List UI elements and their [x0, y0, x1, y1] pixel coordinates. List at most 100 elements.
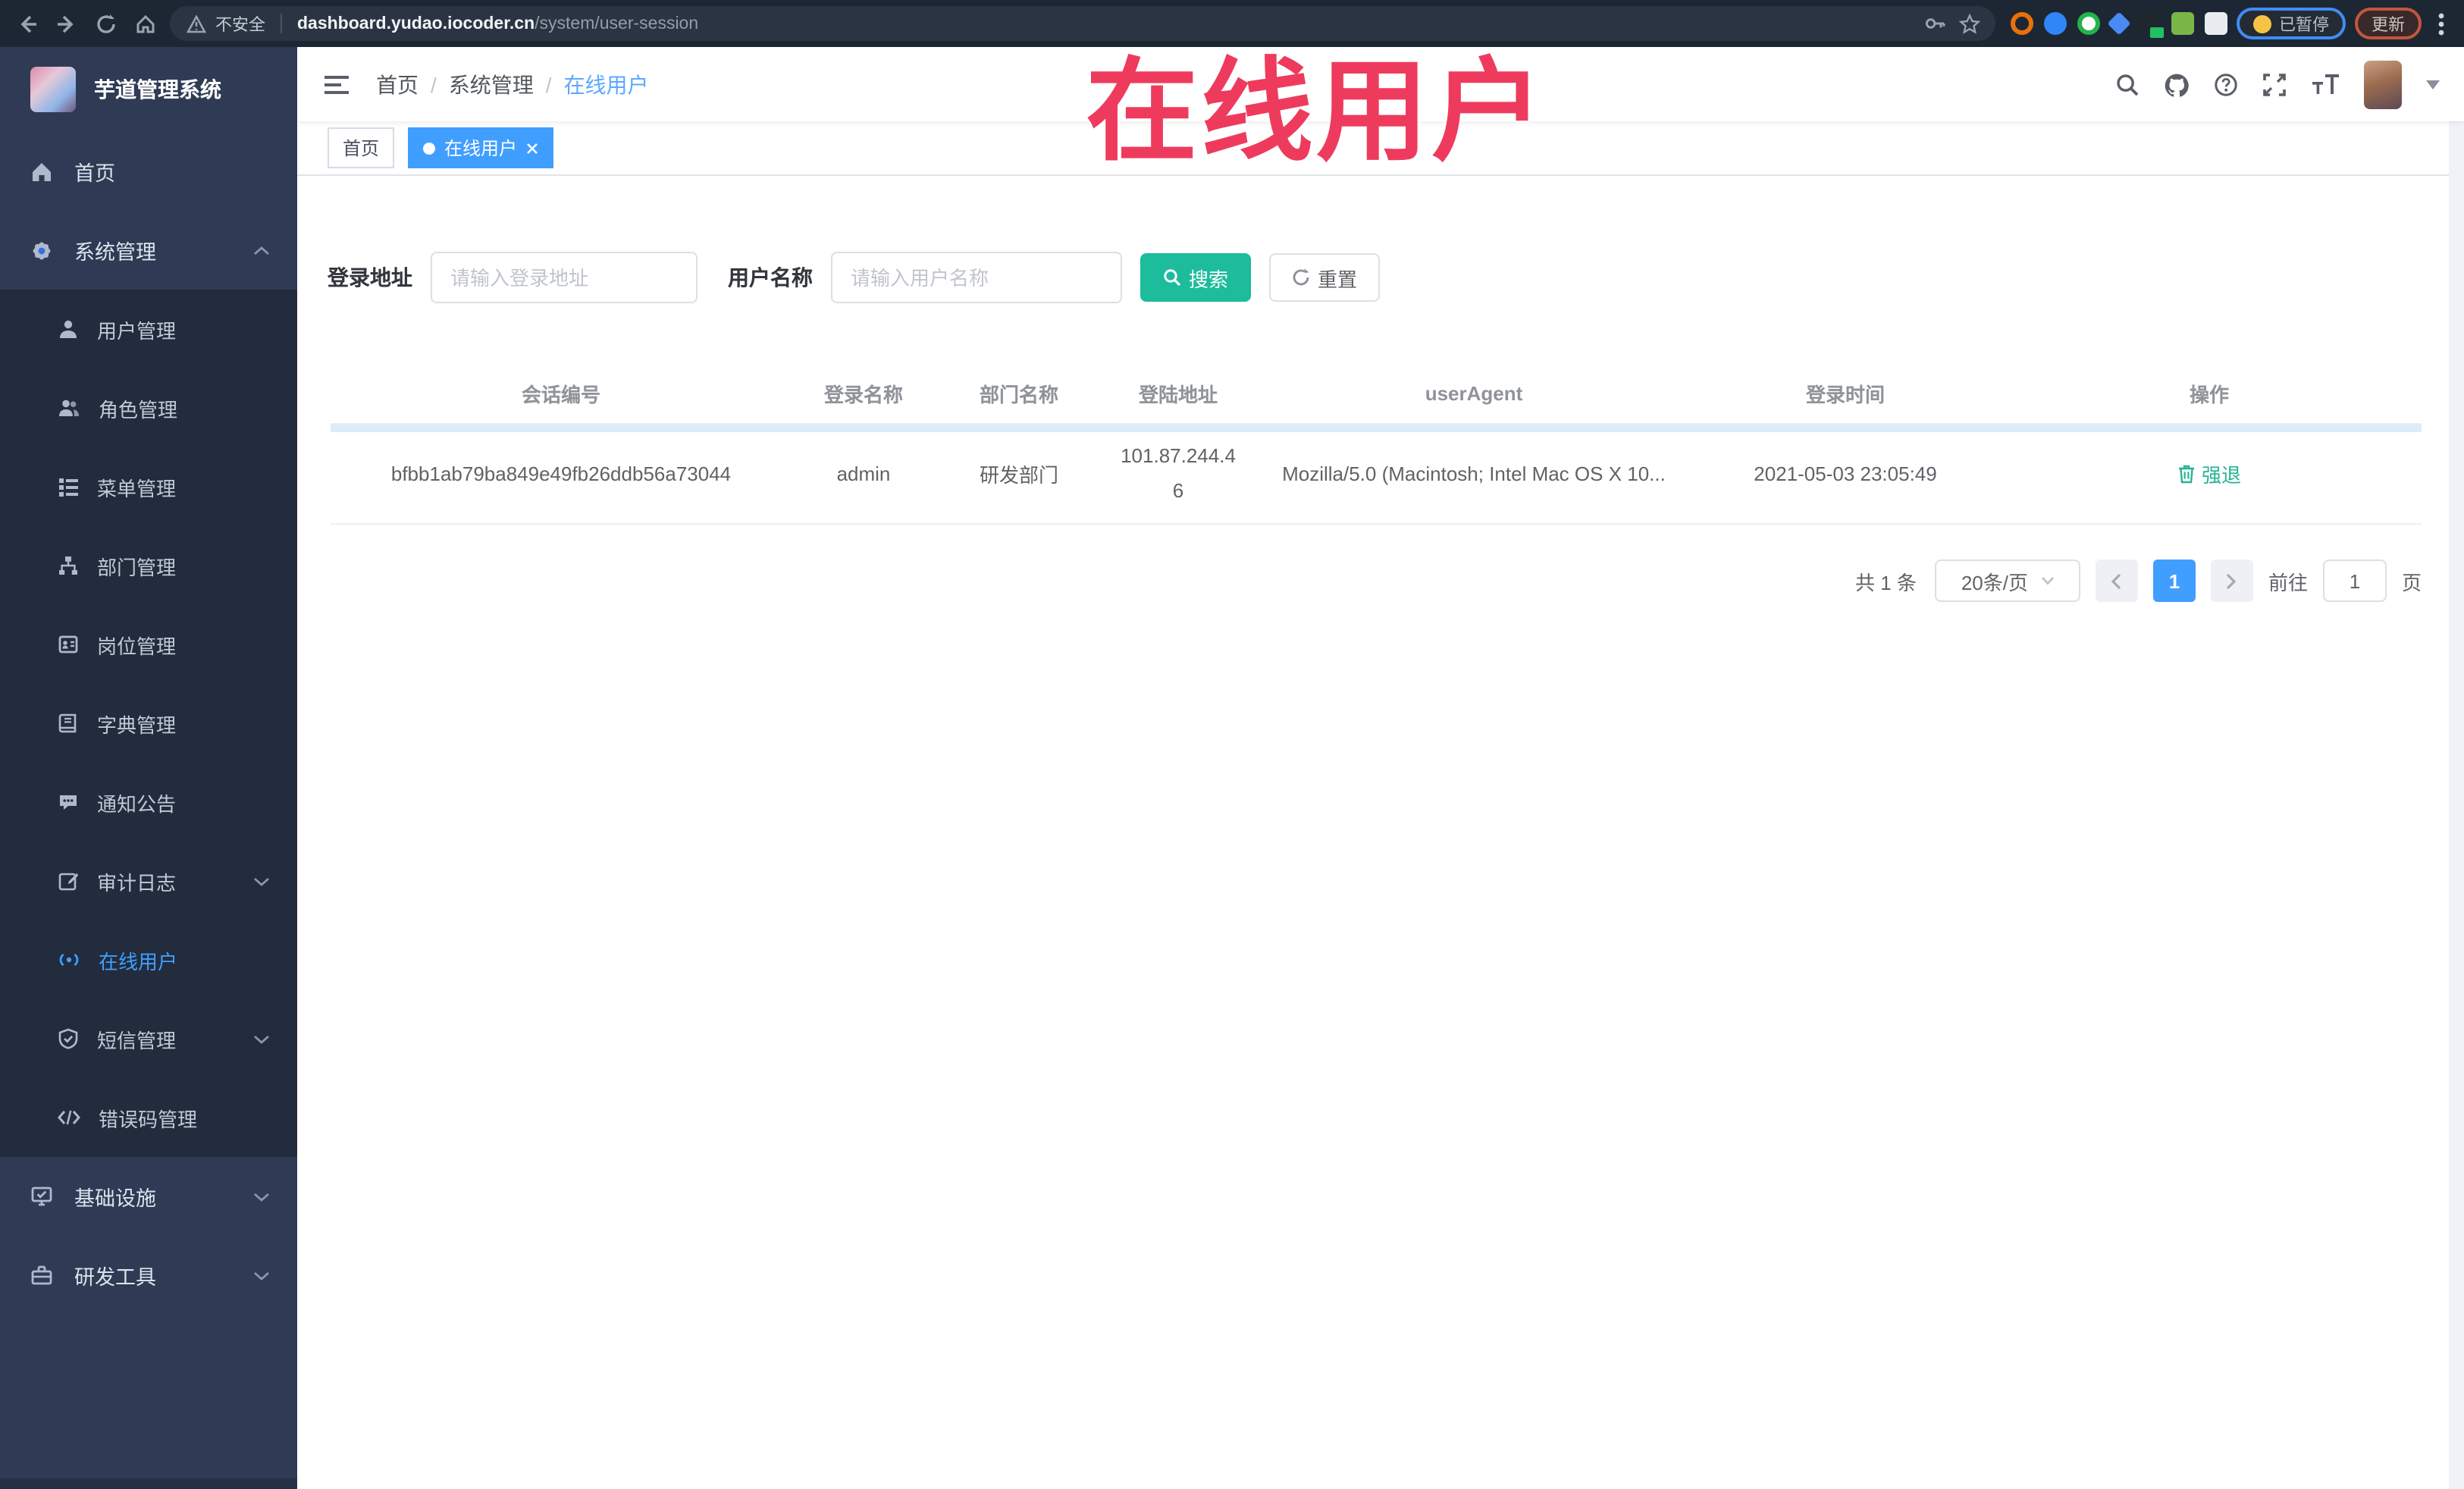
col-login-ip: 登陆地址 — [1102, 362, 1254, 425]
force-logout-button[interactable]: 强退 — [2177, 459, 2241, 488]
table-header-underline — [331, 425, 2422, 432]
sidebar-item-user-management[interactable]: 用户管理 — [0, 290, 297, 368]
paused-label: 已暂停 — [2279, 16, 2329, 34]
home-icon — [30, 160, 53, 183]
chevron-down-icon — [253, 876, 270, 886]
extensions-puzzle-icon[interactable] — [2205, 12, 2227, 35]
login-address-input[interactable] — [431, 252, 698, 303]
extension-orange-ring-icon[interactable] — [2011, 12, 2033, 35]
browser-menu-kebab-icon[interactable] — [2431, 11, 2452, 36]
profile-paused-chip[interactable]: 已暂停 — [2237, 8, 2346, 39]
sidebar-item-role-management[interactable]: 角色管理 — [0, 368, 297, 447]
sms-icon — [58, 1028, 79, 1049]
sidebar-item-dept-management[interactable]: 部门管理 — [0, 526, 297, 605]
tag-online-users[interactable]: 在线用户 — [408, 127, 554, 168]
sidebar-item-infrastructure[interactable]: 基础设施 — [0, 1157, 297, 1236]
chevron-down-icon — [253, 1191, 270, 1202]
goto-label: 前往 — [2268, 571, 2308, 594]
app-logo-avatar — [30, 67, 76, 112]
menu-list-icon — [58, 476, 79, 497]
search-icon[interactable] — [2115, 72, 2140, 96]
bookmark-star-icon[interactable] — [1959, 13, 1980, 34]
url-text[interactable]: dashboard.yudao.iocoder.cn/system/user-s… — [297, 14, 1915, 33]
sidebar-item-error-code-management[interactable]: 错误码管理 — [0, 1078, 297, 1157]
sidebar-item-online-users[interactable]: 在线用户 — [0, 920, 297, 999]
col-login-name: 登录名称 — [792, 362, 936, 425]
pagination: 共 1 条 20条/页 1 前往 页 — [331, 560, 2422, 602]
tag-active-dot — [423, 142, 436, 154]
username-input[interactable] — [831, 252, 1122, 303]
page-size-select[interactable]: 20条/页 — [1934, 560, 2080, 602]
select-caret-down-icon — [2040, 577, 2054, 585]
table-row: bfbb1ab79ba849e49fb26ddb56a73044 admin 研… — [331, 424, 2422, 525]
page-number-1[interactable]: 1 — [2152, 560, 2196, 602]
cell-user-agent: Mozilla/5.0 (Macintosh; Intel Mac OS X 1… — [1254, 424, 1694, 525]
cell-login-ip: 101.87.244.46 — [1102, 424, 1254, 525]
github-icon[interactable] — [2164, 72, 2190, 96]
cell-actions: 强退 — [1997, 424, 2422, 525]
sidebar-item-audit-log[interactable]: 审计日志 — [0, 842, 297, 920]
sidebar-item-post-management[interactable]: 岗位管理 — [0, 605, 297, 684]
sidebar-menu: 首页 系统管理 用户管理 角色管理 菜单管理 部门管理 岗位管理 字典管理 通知… — [0, 132, 297, 1489]
id-badge-icon — [58, 634, 79, 655]
avatar-caret-down-icon[interactable] — [2426, 80, 2440, 89]
prev-page-button[interactable] — [2095, 560, 2138, 602]
col-session-id: 会话编号 — [331, 362, 792, 425]
username-label: 用户名称 — [728, 265, 813, 290]
browser-update-button[interactable]: 更新 — [2355, 8, 2422, 39]
screen: 不安全 dashboard.yudao.iocoder.cn/system/us… — [0, 0, 2464, 1489]
hamburger-icon[interactable] — [324, 74, 349, 95]
audit-log-icon — [58, 870, 79, 892]
search-button[interactable]: 搜索 — [1140, 253, 1252, 302]
url-path: /system/user-session — [534, 14, 699, 33]
infrastructure-icon — [30, 1186, 53, 1207]
org-tree-icon — [58, 555, 79, 576]
breadcrumb-online-users[interactable]: 在线用户 — [564, 69, 649, 99]
reset-button[interactable]: 重置 — [1269, 253, 1381, 302]
app-logo-row[interactable]: 芋道管理系统 — [0, 47, 297, 132]
sidebar-item-home[interactable]: 首页 — [0, 132, 297, 211]
filter-form: 登录地址 用户名称 搜索 重置 — [328, 252, 1381, 303]
sidebar: 芋道管理系统 首页 系统管理 用户管理 角色管理 菜单管理 部门管理 岗位管理 … — [0, 47, 297, 1489]
key-icon[interactable] — [1924, 14, 1947, 33]
fullscreen-icon[interactable] — [2262, 72, 2287, 96]
cell-session-id: bfbb1ab79ba849e49fb26ddb56a73044 — [331, 424, 792, 525]
font-size-icon[interactable] — [2311, 73, 2340, 96]
breadcrumb-home[interactable]: 首页 — [376, 69, 419, 99]
warning-triangle-icon[interactable] — [185, 13, 206, 34]
tag-close-icon[interactable] — [526, 142, 538, 154]
breadcrumb: 首页 / 系统管理 / 在线用户 — [376, 69, 649, 99]
extension-translate-en-icon[interactable] — [2138, 12, 2164, 38]
address-bar[interactable]: 不安全 dashboard.yudao.iocoder.cn/system/us… — [170, 6, 1995, 41]
security-label: 不安全 — [215, 16, 265, 34]
dev-tools-icon — [30, 1265, 53, 1286]
back-icon[interactable] — [12, 8, 42, 39]
user-avatar[interactable] — [2364, 60, 2402, 108]
sidebar-item-menu-management[interactable]: 菜单管理 — [0, 447, 297, 526]
sidebar-item-dev-tools[interactable]: 研发工具 — [0, 1236, 297, 1315]
sidebar-item-dict-management[interactable]: 字典管理 — [0, 684, 297, 763]
goto-page-input[interactable] — [2322, 560, 2387, 602]
dictionary-icon — [58, 713, 79, 734]
extension-green-key-icon[interactable] — [2171, 12, 2194, 35]
chevron-up-icon — [253, 245, 270, 255]
next-page-button[interactable] — [2210, 560, 2253, 602]
forward-icon[interactable] — [52, 8, 82, 39]
tag-home[interactable]: 首页 — [328, 127, 395, 168]
sidebar-bottom-edge — [0, 1478, 297, 1489]
help-icon[interactable] — [2214, 72, 2238, 96]
extension-green-v-icon[interactable] — [2077, 12, 2100, 35]
home-nav-icon[interactable] — [130, 8, 161, 39]
reload-icon[interactable] — [91, 8, 121, 39]
sidebar-item-sms-management[interactable]: 短信管理 — [0, 999, 297, 1078]
emoji-avatar-icon — [2253, 14, 2271, 33]
app-title: 芋道管理系统 — [94, 77, 221, 102]
extension-blue-bulb-icon[interactable] — [2044, 12, 2067, 35]
page-scrollbar-track[interactable] — [2449, 47, 2464, 1489]
app-header: 首页 / 系统管理 / 在线用户 — [297, 47, 2464, 121]
sidebar-item-notice-announcement[interactable]: 通知公告 — [0, 763, 297, 842]
content: 登录地址 用户名称 搜索 重置 — [297, 177, 2449, 1489]
breadcrumb-system-management[interactable]: 系统管理 — [449, 69, 534, 99]
extension-blue-diamond-icon[interactable] — [2107, 11, 2131, 36]
sidebar-item-system-management[interactable]: 系统管理 — [0, 211, 297, 290]
